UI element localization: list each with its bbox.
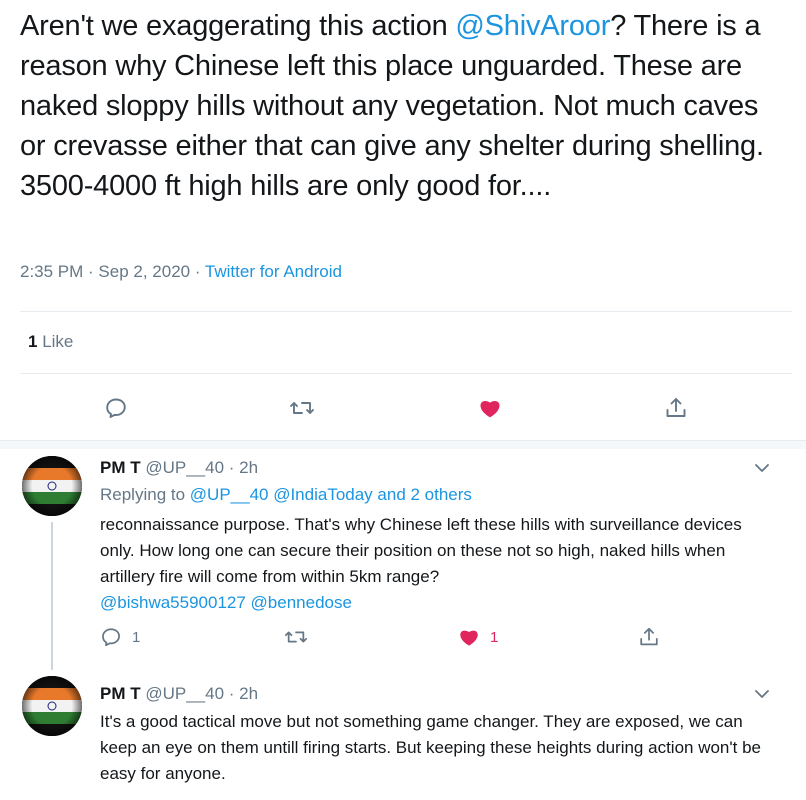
tweet-meta: 2:35 PM · Sep 2, 2020 · Twitter for Andr…	[20, 262, 342, 282]
likes-label: Like	[37, 332, 74, 351]
reply-header: PM T @UP__40 · 2h	[100, 684, 258, 704]
chevron-down-icon[interactable]	[752, 458, 772, 478]
share-button[interactable]	[638, 626, 660, 648]
reply-icon	[102, 628, 120, 647]
reply-button[interactable]: 1	[100, 626, 140, 648]
retweet-icon	[285, 631, 307, 643]
retweet-button[interactable]	[284, 390, 320, 426]
divider	[20, 373, 792, 374]
reply-count: 1	[132, 628, 141, 646]
like-button[interactable]	[472, 390, 508, 426]
replying-to-links[interactable]: @UP__40 @IndiaToday and 2 others	[190, 485, 472, 504]
likes-summary[interactable]: 1 Like	[28, 332, 73, 352]
tweet-action-bar	[0, 390, 806, 426]
avatar[interactable]	[22, 456, 82, 516]
reply-icon	[106, 398, 126, 418]
replying-to: Replying to @UP__40 @IndiaToday and 2 ot…	[100, 485, 472, 505]
section-divider	[0, 440, 806, 449]
reply-body: It's a good tactical move but not someth…	[100, 712, 761, 783]
retweet-button[interactable]	[284, 626, 308, 648]
divider	[20, 311, 792, 312]
tweet-timestamp[interactable]: 2:35 PM · Sep 2, 2020 ·	[20, 262, 205, 281]
like-button[interactable]: 1	[458, 626, 498, 648]
tweet-text: Aren't we exaggerating this action @Shiv…	[20, 0, 790, 206]
reply-header: PM T @UP__40 · 2h	[100, 458, 258, 478]
like-icon	[460, 630, 478, 646]
reply-mentions[interactable]: @bishwa55900127 @bennedose	[100, 593, 352, 612]
reply-text: It's a good tactical move but not someth…	[100, 709, 780, 787]
display-name[interactable]: PM T	[100, 458, 141, 477]
avatar[interactable]	[22, 676, 82, 736]
tweet-source-link[interactable]: Twitter for Android	[205, 262, 342, 281]
like-icon	[480, 401, 500, 418]
display-name[interactable]: PM T	[100, 684, 141, 703]
mention-link[interactable]: @ShivAroor	[455, 10, 610, 42]
chevron-down-icon[interactable]	[752, 684, 772, 704]
handle-time: @UP__40 · 2h	[140, 684, 259, 703]
reply-text: reconnaissance purpose. That's why Chine…	[100, 512, 780, 616]
like-count: 1	[490, 628, 499, 646]
share-icon	[666, 398, 686, 417]
replying-prefix: Replying to	[100, 485, 190, 504]
share-button[interactable]	[658, 390, 694, 426]
share-icon	[640, 627, 658, 646]
flag-avatar-image	[22, 456, 82, 516]
reply-button[interactable]	[98, 390, 134, 426]
reply-body: reconnaissance purpose. That's why Chine…	[100, 515, 742, 586]
tweet-text-part: Aren't we exaggerating this action	[20, 10, 456, 42]
thread-line	[51, 522, 53, 670]
main-tweet: Aren't we exaggerating this action @Shiv…	[20, 0, 790, 206]
flag-avatar-image	[22, 676, 82, 736]
retweet-icon	[290, 402, 314, 414]
handle-time: @UP__40 · 2h	[140, 458, 259, 477]
